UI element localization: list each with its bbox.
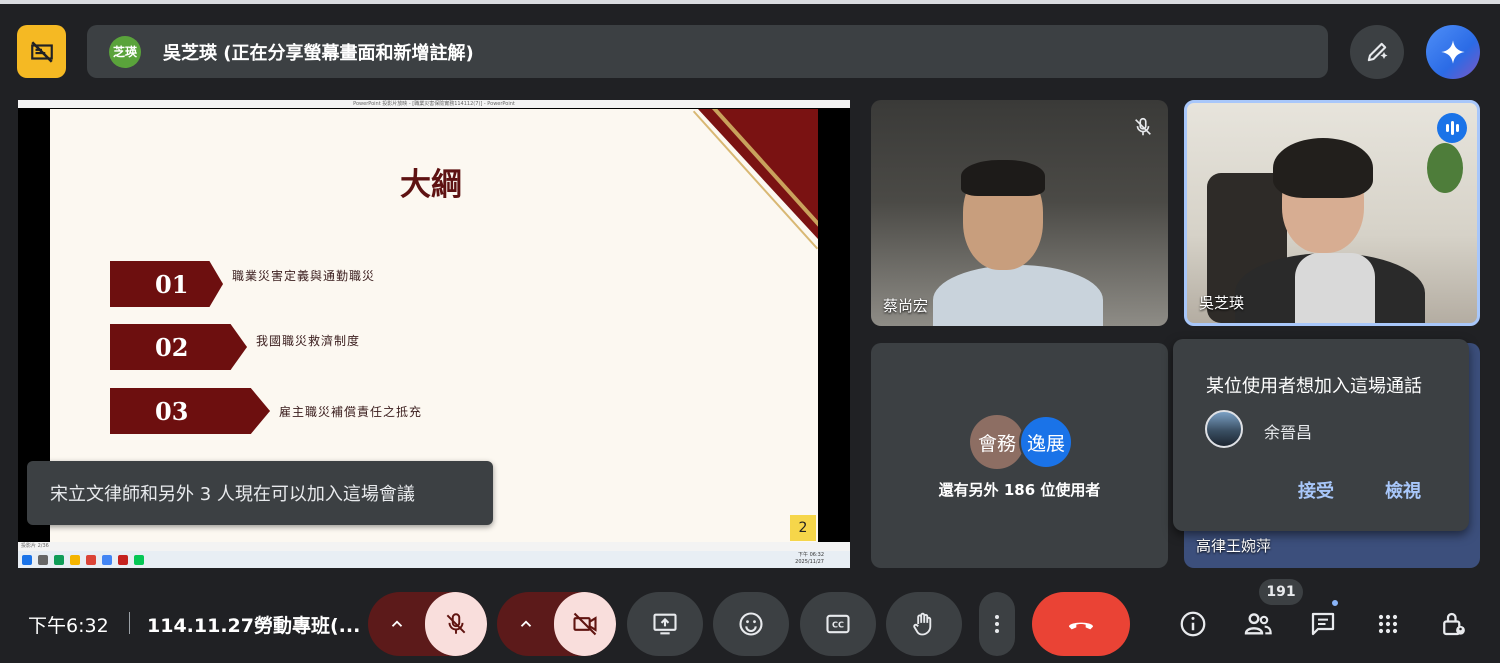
taskbar-clock: 下午 06:32 2025/11/27	[795, 552, 824, 566]
participant-name: 蔡尚宏	[883, 297, 929, 315]
join-request-title: 某位使用者想加入這場通話	[1206, 376, 1422, 397]
people-icon	[1244, 613, 1272, 635]
start-icon	[22, 554, 32, 565]
requester-avatar	[1205, 410, 1243, 448]
camera-off-icon	[573, 612, 597, 636]
sparkle-icon	[1441, 40, 1465, 64]
pen-icon	[1367, 42, 1388, 62]
accept-button[interactable]: 接受	[1298, 477, 1334, 503]
others-tile[interactable]: 會務 逸展 還有另外 186 位使用者	[871, 343, 1168, 568]
present-screen-icon	[653, 613, 677, 635]
hand-icon	[913, 612, 932, 636]
ppt-window-title: PowerPoint 投影片放映 - [職業災害保險實務114112(7)] -…	[18, 100, 850, 108]
host-controls-button[interactable]	[1435, 606, 1471, 642]
mic-toggle-button[interactable]	[425, 592, 487, 656]
outline-badge: 01	[110, 261, 223, 307]
participant-tile-speaking[interactable]: 吳芝瑛	[1184, 100, 1480, 326]
chevron-up-icon	[520, 620, 531, 627]
outline-badge: 02	[110, 324, 247, 370]
line-icon	[134, 554, 144, 565]
apps-grid-icon	[1378, 614, 1398, 634]
divider	[129, 612, 130, 634]
folder-icon	[70, 554, 80, 565]
mic-off-icon	[1132, 116, 1154, 142]
participant-body	[933, 265, 1103, 326]
more-options-button[interactable]	[979, 592, 1015, 656]
slide-page-number: 2	[790, 515, 816, 541]
camera-control-group	[497, 592, 616, 656]
others-count-text: 還有另外 186 位使用者	[938, 481, 1101, 499]
reactions-button[interactable]	[713, 592, 789, 656]
slide-title: 大綱	[400, 167, 462, 203]
camera-toggle-button[interactable]	[554, 592, 616, 656]
participant-tile[interactable]: 蔡尚宏	[871, 100, 1168, 326]
unread-dot	[1330, 598, 1340, 608]
chevron-up-icon	[391, 620, 402, 627]
presenter-status: 吳芝瑛 (正在分享螢幕畫面和新增註解)	[163, 42, 474, 64]
edge-icon	[54, 554, 64, 565]
ppt-status-bar: 投影片 2/36	[18, 542, 850, 551]
captions-icon: CC	[826, 614, 850, 634]
annotate-button[interactable]	[1350, 25, 1404, 79]
outline-item: 雇主職災補償責任之抵充	[279, 405, 423, 419]
svg-text:CC: CC	[832, 620, 844, 630]
plant	[1427, 143, 1463, 193]
emoji-icon	[739, 612, 763, 636]
presenter-banner: 芝瑛 吳芝瑛 (正在分享螢幕畫面和新增註解)	[87, 25, 1328, 78]
participant-avatar: 會務	[970, 415, 1024, 469]
people-button[interactable]	[1240, 606, 1276, 642]
meeting-clock: 下午6:32	[28, 615, 109, 637]
taskbar-date: 2025/11/27	[795, 559, 824, 565]
gemini-button[interactable]	[1426, 25, 1480, 79]
captions-button[interactable]: CC	[800, 592, 876, 656]
info-icon	[1180, 611, 1206, 637]
mic-options-button[interactable]	[368, 592, 425, 656]
presenter-avatar: 芝瑛	[109, 35, 141, 68]
powerpoint-icon	[118, 554, 128, 565]
mic-control-group	[368, 592, 487, 656]
meeting-details-button[interactable]	[1175, 606, 1211, 642]
mic-off-icon	[446, 613, 466, 634]
app-icon	[102, 554, 112, 565]
activities-button[interactable]	[1370, 606, 1406, 642]
join-request-dialog: 某位使用者想加入這場通話 余晉昌 接受 檢視	[1173, 339, 1469, 531]
search-icon	[38, 554, 48, 565]
outline-item: 職業災害定義與通勤職災	[232, 269, 376, 283]
stop-presentation-button[interactable]	[17, 25, 66, 78]
chat-icon	[1311, 612, 1335, 636]
participant-hair	[961, 160, 1045, 196]
participant-hair	[1273, 138, 1373, 198]
participant-name: 吳芝瑛	[1199, 294, 1245, 312]
present-button[interactable]	[627, 592, 703, 656]
join-notification-toast: 宋立文律師和另外 3 人現在可以加入這場會議	[27, 461, 493, 525]
more-vert-icon	[995, 615, 999, 633]
taskbar-time: 下午 06:32	[798, 552, 824, 558]
leave-call-button[interactable]	[1032, 592, 1130, 656]
participants-count-badge: 191	[1259, 579, 1303, 605]
outline-item: 我國職災救濟制度	[256, 334, 361, 348]
participant-name: 高律王婉萍	[1196, 537, 1272, 555]
meeting-title: 114.11.27勞動專班(...	[147, 615, 361, 637]
raise-hand-button[interactable]	[886, 592, 962, 656]
chrome-icon	[86, 554, 96, 565]
outline-badge: 03	[110, 388, 270, 434]
lock-person-icon	[1443, 612, 1465, 636]
camera-options-button[interactable]	[497, 592, 554, 656]
participant-avatar: 逸展	[1019, 415, 1073, 469]
hangup-icon	[1069, 622, 1093, 630]
chat-button[interactable]	[1305, 606, 1341, 642]
windows-taskbar: 下午 06:32 2025/11/27	[18, 551, 850, 568]
speaking-indicator-icon	[1437, 113, 1467, 143]
requester-name: 余晉昌	[1264, 423, 1313, 442]
no-present-icon	[30, 40, 53, 63]
top-edge	[0, 0, 1500, 4]
slide-corner-decoration	[698, 109, 818, 239]
participant-shirt	[1295, 253, 1375, 323]
view-button[interactable]: 檢視	[1385, 477, 1421, 503]
